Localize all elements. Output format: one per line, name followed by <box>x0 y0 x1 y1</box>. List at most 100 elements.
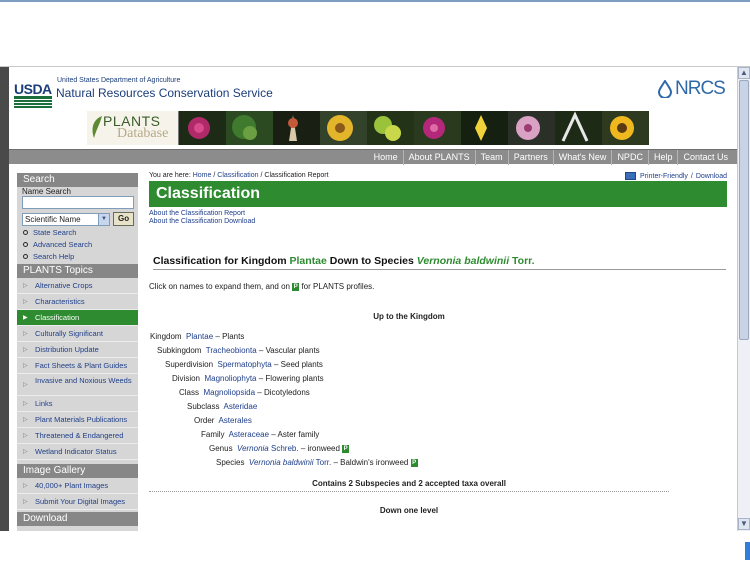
usda-logo-graphic <box>14 96 52 108</box>
flower-image-8 <box>508 111 555 145</box>
plants-topics-heading: PLANTS Topics <box>17 264 138 278</box>
scroll-down-icon[interactable]: ▼ <box>738 518 750 530</box>
download-heading[interactable]: Download <box>17 512 138 526</box>
taxon-genus: Genus Vernonia Schreb. – ironweed P <box>209 444 350 453</box>
topic-fact-sheets[interactable]: ▷ Fact Sheets & Plant Guides <box>17 358 138 374</box>
taxon-division: Division Magnoliophyta – Flowering plant… <box>172 374 324 383</box>
breadcrumb-home[interactable]: Home <box>193 172 212 179</box>
window-top-border <box>0 0 750 2</box>
window-left-frame <box>0 67 9 531</box>
scrollbar-thumb[interactable] <box>739 80 749 340</box>
leaf-icon <box>92 116 102 138</box>
divider <box>149 491 669 492</box>
topic-wetland-indicator-status[interactable]: ▷ Wetland Indicator Status <box>17 444 138 460</box>
chevron-right-icon: ▷ <box>23 363 28 369</box>
topic-classification[interactable]: ▶ Classification <box>17 310 138 326</box>
taxon-link[interactable]: Vernonia <box>237 444 269 453</box>
download-link[interactable]: Download <box>696 173 727 180</box>
printer-download-links: Printer-Friendly / Download <box>625 172 727 180</box>
chevron-right-icon: ▷ <box>23 347 28 353</box>
scroll-up-icon[interactable]: ▲ <box>738 67 750 79</box>
taxon-species: Species Vernonia baldwinii Torr. – Baldw… <box>216 458 418 467</box>
usda-logo-text: USDA <box>14 81 52 97</box>
taxon-link[interactable]: Magnoliophyta <box>204 374 256 383</box>
plant-profile-icon[interactable]: P <box>342 444 350 453</box>
topic-culturally-significant[interactable]: ▷ Culturally Significant <box>17 326 138 342</box>
nav-contact-us[interactable]: Contact Us <box>677 150 733 165</box>
chevron-down-icon[interactable]: ▼ <box>98 213 109 225</box>
topic-characteristics[interactable]: ▷ Characteristics <box>17 294 138 310</box>
topic-invasive-noxious-weeds[interactable]: ▷ Invasive and Noxious Weeds <box>17 374 138 396</box>
go-button[interactable]: Go <box>113 212 135 226</box>
chevron-right-icon: ▷ <box>23 499 28 505</box>
topic-alternative-crops[interactable]: ▷ Alternative Crops <box>17 278 138 294</box>
plant-profile-icon[interactable]: P <box>410 458 418 467</box>
taxon-link[interactable]: Magnoliopsida <box>203 388 255 397</box>
nrcs-logo[interactable]: NRCS <box>657 78 727 100</box>
nav-whats-new[interactable]: What's New <box>552 150 612 165</box>
plants-banner[interactable]: PLANTS Database <box>87 111 649 145</box>
nav-team[interactable]: Team <box>474 150 508 165</box>
taxon-link[interactable]: Plantae <box>186 332 213 341</box>
page-title: Classification <box>149 181 727 207</box>
bullet-icon <box>23 230 28 235</box>
taxon-link[interactable]: Vernonia baldwinii <box>249 458 314 467</box>
nav-help[interactable]: Help <box>647 150 678 165</box>
usda-logo[interactable]: USDA <box>11 74 52 108</box>
flower-image-2 <box>226 111 273 145</box>
name-search-input[interactable] <box>22 196 134 209</box>
flower-image-6 <box>414 111 461 145</box>
taxon-link[interactable]: Asteridae <box>223 402 257 411</box>
instructions-text: Click on names to expand them, and on P … <box>149 282 375 291</box>
breadcrumb-classification[interactable]: Classification <box>217 172 258 179</box>
taxon-subclass: Subclass Asteridae <box>187 402 258 411</box>
search-type-select[interactable]: Scientific Name ▼ <box>22 212 110 226</box>
topic-plant-materials-publications[interactable]: ▷ Plant Materials Publications <box>17 412 138 428</box>
taxon-subkingdom: Subkingdom Tracheobionta – Vascular plan… <box>157 346 320 355</box>
topic-distribution-update[interactable]: ▷ Distribution Update <box>17 342 138 358</box>
chevron-right-icon: ▷ <box>23 283 28 289</box>
bullet-icon <box>23 242 28 247</box>
nav-home[interactable]: Home <box>369 150 403 165</box>
taxon-link[interactable]: Spermatophyta <box>217 360 271 369</box>
gallery-plant-images-link[interactable]: ▷ 40,000+ Plant Images <box>17 478 138 494</box>
browser-window: USDA United States Department of Agricul… <box>0 66 750 531</box>
vertical-scrollbar[interactable]: ▲ ▼ <box>737 67 750 531</box>
taxon-link[interactable]: Asterales <box>218 416 251 425</box>
main-content: You are here: Home / Classification / Cl… <box>149 172 729 531</box>
flower-image-5 <box>367 111 414 145</box>
chevron-right-icon: ▷ <box>23 417 28 423</box>
printer-icon <box>625 172 637 180</box>
taxon-link[interactable]: Asteraceae <box>229 430 269 439</box>
agency-name[interactable]: Natural Resources Conservation Service <box>56 86 273 100</box>
nav-npdc[interactable]: NPDC <box>611 150 648 165</box>
taxon-link[interactable]: Tracheobionta <box>206 346 257 355</box>
image-gallery-heading: Image Gallery <box>17 464 138 478</box>
chevron-right-icon: ▷ <box>23 433 28 439</box>
state-search-link[interactable]: State Search <box>17 227 138 239</box>
plant-profile-icon: P <box>292 282 300 291</box>
topic-links[interactable]: ▷ Links <box>17 396 138 412</box>
search-controls: Scientific Name ▼ Go <box>22 211 138 227</box>
flower-image-3 <box>273 111 320 145</box>
search-heading: Search <box>17 173 138 187</box>
plants-page: USDA United States Department of Agricul… <box>9 67 737 531</box>
about-download-link[interactable]: About the Classification Download <box>149 218 255 225</box>
browser-viewport: USDA United States Department of Agricul… <box>0 0 750 563</box>
flower-image-7 <box>461 111 508 145</box>
about-report-link[interactable]: About the Classification Report <box>149 210 245 217</box>
nav-partners[interactable]: Partners <box>507 150 553 165</box>
nav-about-plants[interactable]: About PLANTS <box>402 150 475 165</box>
classification-heading: Classification for Kingdom Plantae Down … <box>153 255 726 270</box>
agency-small-text: United States Department of Agriculture <box>57 77 181 84</box>
taxon-kingdom: Kingdom Plantae – Plants <box>150 332 245 341</box>
gallery-submit-images-link[interactable]: ▷ Submit Your Digital Images <box>17 494 138 510</box>
advanced-search-link[interactable]: Advanced Search <box>17 239 138 251</box>
down-one-level-heading: Down one level <box>379 506 439 515</box>
printer-friendly-link[interactable]: Printer-Friendly <box>640 173 688 180</box>
search-help-link[interactable]: Search Help <box>17 251 138 263</box>
chevron-right-icon: ▷ <box>23 382 28 388</box>
chevron-right-icon: ▷ <box>23 401 28 407</box>
breadcrumb: You are here: Home / Classification / Cl… <box>149 172 329 179</box>
topic-threatened-endangered[interactable]: ▷ Threatened & Endangered <box>17 428 138 444</box>
